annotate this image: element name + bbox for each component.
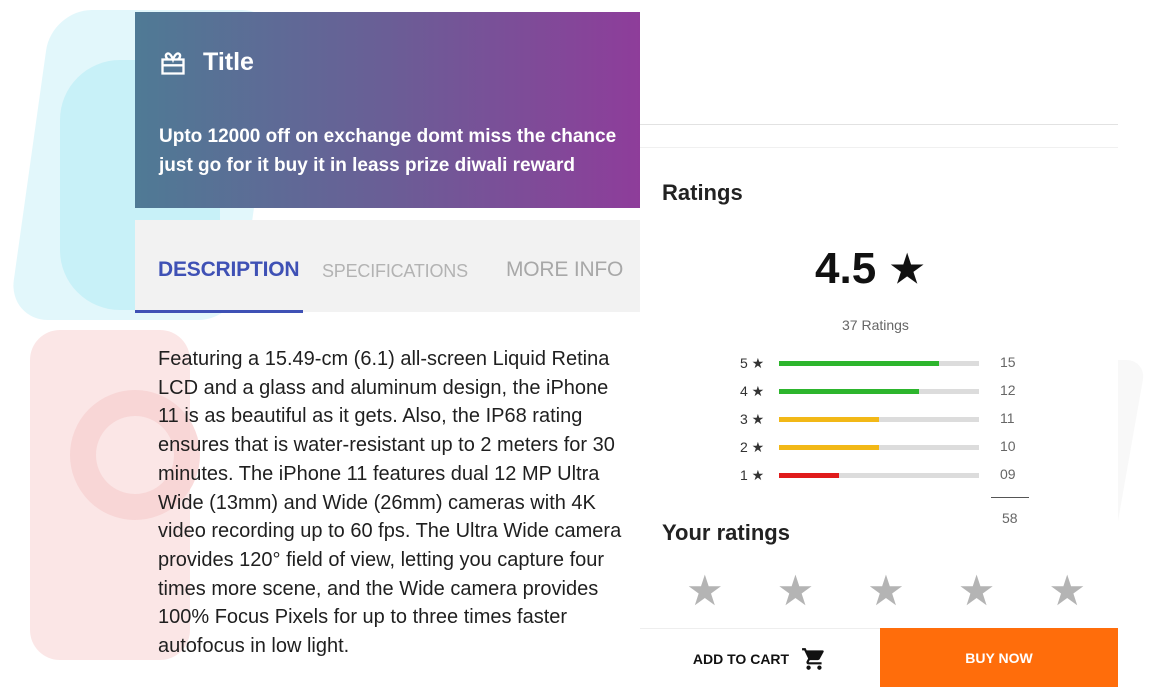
rate-star-1[interactable]: ★ [686,570,724,612]
rating-row-count: 11 [1000,410,1015,426]
rating-bar-track [779,389,979,394]
rate-star-5[interactable]: ★ [1048,570,1086,612]
rating-row: 4 ★ 12 [740,380,1040,408]
rating-bar-fill [779,445,879,450]
star-icon: ★ [890,248,925,291]
rating-row-count: 10 [1000,438,1016,454]
add-to-cart-label: ADD TO CART [692,650,790,667]
active-tab-indicator [135,310,303,313]
your-rating-stars: ★ ★ ★ ★ ★ [686,570,1086,612]
rate-star-2[interactable]: ★ [777,570,815,612]
tab-bar: DESCRIPTION SPECIFICATIONS MORE INFO [135,220,640,312]
rating-row-count: 12 [1000,382,1016,398]
ratings-total: 58 [1002,510,1018,526]
rating-bar-fill [779,361,939,366]
rating-row: 1 ★ 09 [740,464,1040,492]
rating-row-label: 1 ★ [740,467,765,483]
product-detail-panel: Title Upto 12000 off on exchange domt mi… [135,12,640,687]
rating-row-label: 3 ★ [740,411,765,427]
rating-breakdown: 5 ★ 15 4 ★ 12 3 ★ 11 2 ★ 10 1 ★ 09 [740,352,1040,492]
gift-icon [161,51,185,75]
banner-title: Title [203,48,254,76]
rating-row-label: 4 ★ [740,383,765,399]
divider [640,147,1118,148]
rating-bar-fill [779,389,919,394]
rating-row: 3 ★ 11 [740,408,1040,436]
tab-specifications[interactable]: SPECIFICATIONS [322,261,468,282]
tab-more-info[interactable]: MORE INFO [506,258,623,282]
buy-now-label: BUY NOW [965,649,1033,666]
rating-bar-track [779,445,979,450]
rating-row: 2 ★ 10 [740,436,1040,464]
ratings-count: 37 Ratings [842,317,909,333]
ratings-heading: Ratings [662,180,743,205]
shopping-cart-icon [802,647,824,670]
rating-bar-track [779,361,979,366]
ratings-panel: Ratings 4.5 ★ 37 Ratings 5 ★ 15 4 ★ 12 3 ★ 11… [640,120,1118,688]
add-to-cart-button[interactable]: ADD TO CART [640,628,880,688]
rating-bar-fill [779,417,879,422]
rating-row-label: 5 ★ [740,355,765,371]
banner-header: Title [159,48,254,77]
tab-description[interactable]: DESCRIPTION [158,258,300,282]
rating-row-count: 09 [1000,466,1016,482]
product-description: Featuring a 15.49-cm (6.1) all-screen Li… [158,348,622,658]
rate-star-4[interactable]: ★ [958,570,996,612]
average-rating: 4.5 ★ [815,244,924,294]
your-ratings-heading: Your ratings [662,520,790,545]
banner-offer-text: Upto 12000 off on exchange domt miss the… [159,126,617,176]
average-rating-value: 4.5 [815,244,877,293]
rate-star-3[interactable]: ★ [867,570,905,612]
divider [640,124,1118,125]
buy-now-button[interactable]: BUY NOW [880,628,1118,687]
rating-row-count: 15 [1000,354,1016,370]
rating-bar-fill [779,473,839,478]
total-divider [991,497,1029,498]
offer-banner: Title Upto 12000 off on exchange domt mi… [135,12,640,208]
rating-bar-track [779,473,979,478]
rating-row: 5 ★ 15 [740,352,1040,380]
rating-bar-track [779,417,979,422]
rating-row-label: 2 ★ [740,439,765,455]
